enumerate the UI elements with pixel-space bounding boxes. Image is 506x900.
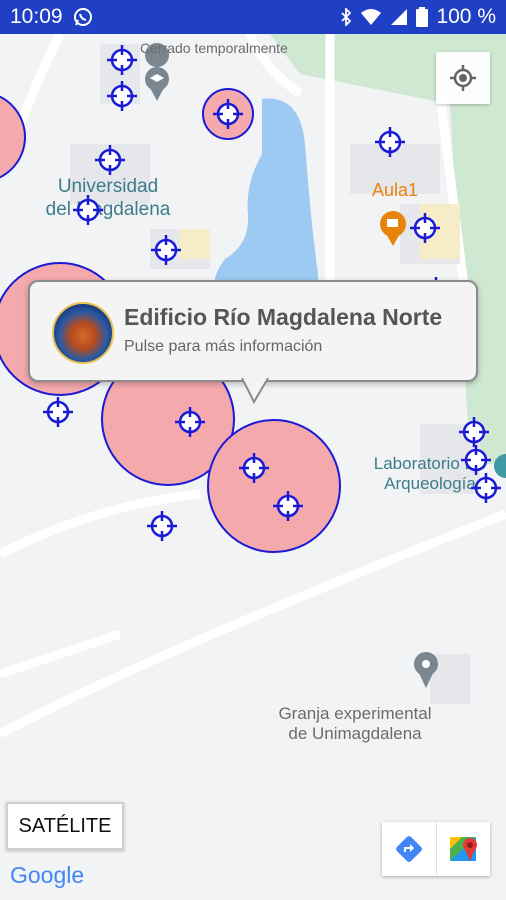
crosshair-marker-icon[interactable] xyxy=(375,127,405,157)
wifi-icon xyxy=(360,8,382,26)
crosshair-marker-icon[interactable] xyxy=(43,397,73,427)
battery-icon xyxy=(416,7,429,27)
crosshair-marker-icon[interactable] xyxy=(410,213,440,243)
google-maps-icon xyxy=(449,837,477,861)
crosshair-marker-icon[interactable] xyxy=(147,511,177,541)
info-window[interactable]: Edificio Río Magdalena Norte Pulse para … xyxy=(28,280,478,382)
status-time: 10:09 xyxy=(10,5,63,28)
crosshair-marker-icon[interactable] xyxy=(73,195,103,225)
directions-icon xyxy=(396,836,422,862)
directions-button[interactable] xyxy=(382,822,436,876)
crosshair-marker-icon[interactable] xyxy=(213,99,243,129)
bluetooth-icon xyxy=(340,8,352,26)
crosshair-marker-icon[interactable] xyxy=(95,145,125,175)
google-logo: Google xyxy=(10,862,84,889)
map-toolbar xyxy=(382,822,490,876)
my-location-button[interactable] xyxy=(436,52,490,104)
crosshair-marker-icon[interactable] xyxy=(461,445,491,475)
logo-ring-text xyxy=(58,302,111,310)
marker-layer[interactable] xyxy=(0,34,506,900)
google-logo-text: Google xyxy=(10,862,85,888)
info-window-title: Edificio Río Magdalena Norte xyxy=(124,304,443,330)
satellite-button[interactable]: SATÉLITE xyxy=(6,802,124,850)
crosshair-marker-icon[interactable] xyxy=(151,235,181,265)
crosshair-marker-icon[interactable] xyxy=(107,45,137,75)
info-window-subtitle: Pulse para más información xyxy=(124,338,323,355)
open-google-maps-button[interactable] xyxy=(436,822,490,876)
crosshair-marker-icon[interactable] xyxy=(107,81,137,111)
info-window-tail xyxy=(241,378,269,404)
crosshair-marker-icon[interactable] xyxy=(459,417,489,447)
battery-percent: 100 % xyxy=(436,5,496,28)
status-bar: 10:09 100 % xyxy=(0,0,506,34)
map-view[interactable]: Cerrado temporalmente Universidad del Ma… xyxy=(0,34,506,900)
crosshair-marker-icon[interactable] xyxy=(175,407,205,437)
my-location-icon xyxy=(450,65,476,91)
signal-icon xyxy=(390,8,408,26)
crosshair-marker-icon[interactable] xyxy=(273,491,303,521)
university-logo-icon xyxy=(52,302,114,364)
crosshair-marker-icon[interactable] xyxy=(239,453,269,483)
whatsapp-icon xyxy=(73,7,93,27)
crosshair-marker-icon[interactable] xyxy=(471,473,501,503)
